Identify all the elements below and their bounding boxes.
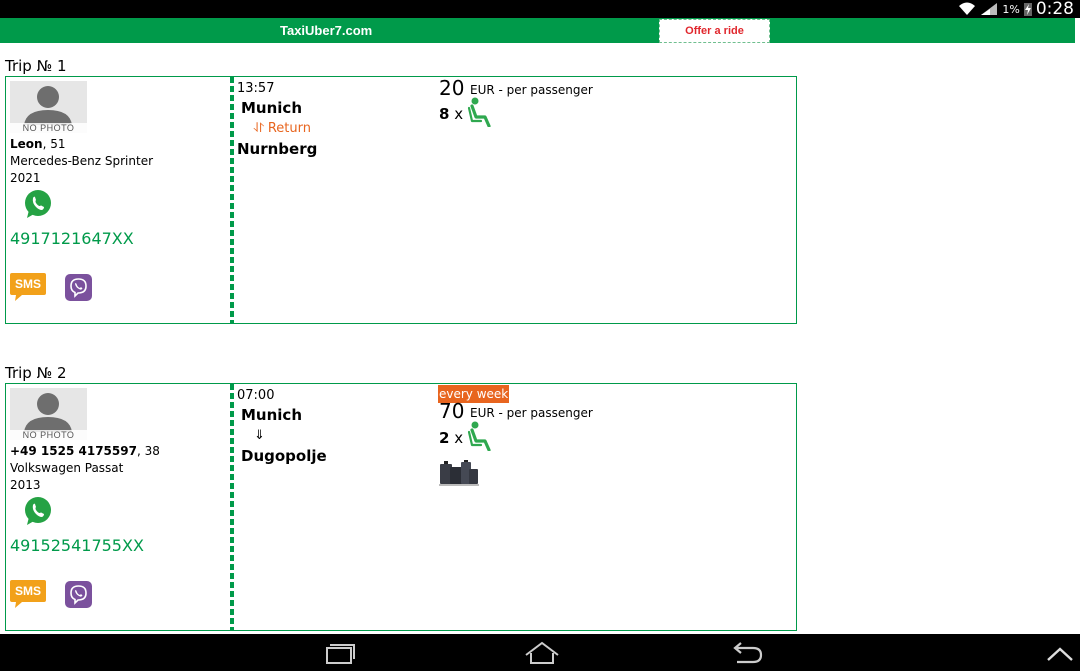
column-divider: [230, 77, 234, 323]
seats-count: 8: [439, 105, 450, 123]
from-city: Munich: [241, 406, 302, 424]
sms-icon[interactable]: SMS: [10, 273, 46, 301]
luggage-icon: [439, 460, 479, 486]
car-year: 2013: [10, 478, 41, 492]
seats-available: 8 x: [439, 105, 463, 123]
trip-heading: Trip № 1: [5, 57, 67, 75]
chevron-up-icon[interactable]: [1040, 640, 1080, 666]
car-year: 2021: [10, 171, 41, 185]
battery-percent: 1%: [1002, 2, 1020, 16]
driver-name: +49 1525 4175597, 38: [10, 444, 160, 458]
seats-multiplier: x: [449, 105, 464, 123]
seat-icon: [467, 97, 491, 127]
site-header: TaxiUber7.com Offer a ride: [0, 18, 1075, 43]
driver-name-value: Leon: [10, 137, 43, 151]
driver-age: , 51: [42, 137, 66, 151]
nav-bar: [0, 634, 1080, 671]
driver-name: Leon, 51: [10, 137, 65, 151]
signal-icon: [981, 3, 998, 15]
sms-label: SMS: [15, 277, 41, 291]
phone-link[interactable]: 49152541755XX: [10, 536, 144, 555]
from-city: Munich: [241, 99, 302, 117]
status-bar: 1% 0:28: [0, 0, 1080, 19]
trip-card[interactable]: NO PHOTO +49 1525 4175597, 38 Volkswagen…: [5, 383, 797, 631]
avatar: NO PHOTO: [10, 81, 87, 133]
home-icon[interactable]: [522, 640, 562, 666]
charging-icon: [1023, 3, 1032, 16]
column-divider: [230, 384, 234, 630]
trip-card[interactable]: NO PHOTO Leon, 51 Mercedes-Benz Sprinter…: [5, 76, 797, 324]
trip-heading: Trip № 2: [5, 364, 67, 382]
viber-icon[interactable]: [65, 581, 92, 608]
offer-ride-button[interactable]: Offer a ride: [659, 19, 770, 43]
price-value: 70: [439, 399, 465, 423]
departure-time: 13:57: [237, 81, 275, 96]
driver-name-value: +49 1525 4175597: [10, 444, 137, 458]
sms-icon[interactable]: SMS: [10, 580, 46, 608]
sms-label: SMS: [15, 584, 41, 598]
price-value: 20: [439, 76, 465, 100]
seats-available: 2 x: [439, 429, 463, 447]
viber-icon[interactable]: [65, 274, 92, 301]
whatsapp-icon[interactable]: [23, 189, 53, 219]
to-city: Nurnberg: [237, 140, 318, 158]
car-model: Volkswagen Passat: [10, 461, 124, 475]
price-unit: EUR - per passenger: [470, 406, 593, 420]
site-title[interactable]: TaxiUber7.com: [280, 23, 372, 38]
to-city: Dugopolje: [241, 447, 327, 465]
avatar-placeholder-text: NO PHOTO: [10, 430, 87, 440]
back-icon[interactable]: [727, 640, 767, 666]
phone-link[interactable]: 4917121647XX: [10, 229, 134, 248]
seats-count: 2: [439, 429, 450, 447]
status-icons: 1% 0:28: [958, 0, 1074, 19]
seats-multiplier: x: [449, 429, 464, 447]
car-model: Mercedes-Benz Sprinter: [10, 154, 154, 168]
avatar-placeholder-text: NO PHOTO: [10, 123, 87, 133]
status-clock: 0:28: [1035, 0, 1074, 19]
avatar: NO PHOTO: [10, 388, 87, 440]
price-unit: EUR - per passenger: [470, 83, 593, 97]
seat-icon: [467, 421, 491, 451]
return-indicator: ⥯ Return: [254, 121, 311, 136]
driver-age: , 38: [136, 444, 160, 458]
wifi-icon: [959, 2, 976, 15]
one-way-indicator: ⇓: [254, 428, 265, 443]
whatsapp-icon[interactable]: [23, 496, 53, 526]
departure-time: 07:00: [237, 388, 275, 403]
recent-apps-icon[interactable]: [318, 640, 358, 666]
